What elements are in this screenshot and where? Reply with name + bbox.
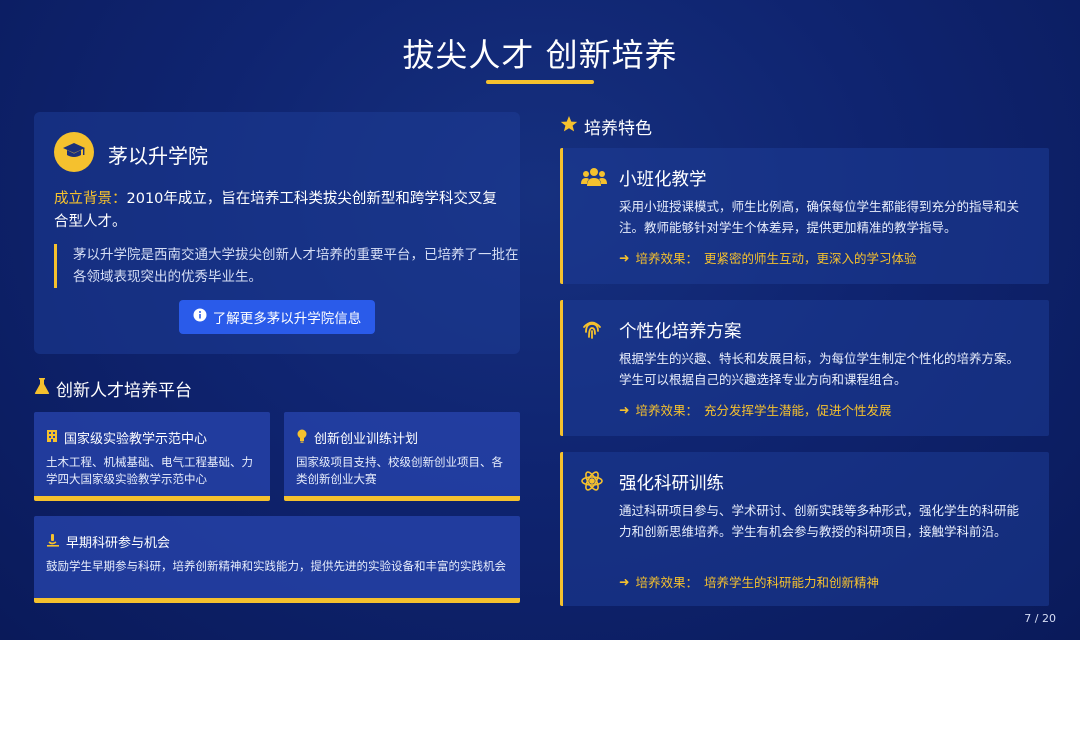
graduation-cap-icon — [54, 132, 94, 172]
fingerprint-icon — [581, 318, 603, 344]
title-underline — [486, 80, 594, 84]
feature-desc: 根据学生的兴趣、特长和发展目标，为每位学生制定个性化的培养方案。学生可以根据自己… — [619, 351, 1020, 387]
arrow-right-icon: ➜ — [619, 250, 630, 265]
feature-card-personalized: 个性化培养方案 根据学生的兴趣、特长和发展目标，为每位学生制定个性化的培养方案。… — [560, 300, 1049, 436]
slide: 拔尖人才 创新培养 茅以升学院 成立背景：2010年成立，旨在培养工科类拔尖创新… — [0, 0, 1080, 640]
platform-card-innovation: 创新创业训练计划 国家级项目支持、校级创新创业项目、各类创新创业大赛 — [284, 412, 520, 501]
college-card: 茅以升学院 成立背景：2010年成立，旨在培养工科类拔尖创新型和跨学科交叉复合型… — [34, 112, 520, 354]
platform-card-desc: 鼓励学生早期参与科研，培养创新精神和实践能力，提供先进的实验设备和丰富的实践机会 — [46, 559, 506, 573]
background-label: 成立背景： — [54, 191, 127, 207]
feature-effect: ➜ 培养效果： 培养学生的科研能力和创新精神 — [619, 572, 879, 591]
platform-card-title: 早期科研参与机会 — [66, 536, 171, 551]
feature-desc: 通过科研项目参与、学术研讨、创新实践等多种形式，强化学生的科研能力和创新思维培养… — [619, 503, 1020, 539]
star-icon — [560, 115, 578, 138]
arrow-right-icon: ➜ — [619, 574, 630, 589]
page-title: 拔尖人才 创新培养 — [402, 36, 678, 74]
feature-desc: 采用小班授课模式，师生比例高，确保每位学生都能得到充分的指导和关注。教师能够针对… — [619, 199, 1020, 235]
effect-prefix: 培养效果： — [635, 575, 698, 590]
building-icon — [46, 429, 58, 447]
feature-effect: ➜ 培养效果： 充分发挥学生潜能，促进个性发展 — [619, 400, 892, 419]
platform-card-title: 创新创业训练计划 — [314, 432, 419, 447]
platform-card-lab: 国家级实验教学示范中心 土木工程、机械基础、电气工程基础、力学四大国家级实验教学… — [34, 412, 270, 501]
feature-effect: ➜ 培养效果： 更紧密的师生互动，更深入的学习体验 — [619, 248, 917, 267]
effect-text: 更紧密的师生互动，更深入的学习体验 — [704, 251, 917, 266]
feature-title: 个性化培养方案 — [619, 322, 742, 342]
platform-card-desc: 国家级项目支持、校级创新创业项目、各类创新创业大赛 — [296, 455, 503, 486]
feature-title: 强化科研训练 — [619, 474, 724, 494]
microscope-icon — [46, 533, 60, 551]
arrow-right-icon: ➜ — [619, 402, 630, 417]
page-number: 7 / 20 — [1024, 612, 1056, 625]
college-name: 茅以升学院 — [108, 144, 208, 168]
platform-card-research: 早期科研参与机会 鼓励学生早期参与科研，培养创新精神和实践能力，提供先进的实验设… — [34, 516, 520, 603]
effect-prefix: 培养效果： — [635, 251, 698, 266]
feature-title: 小班化教学 — [619, 170, 707, 190]
effect-text: 培养学生的科研能力和创新精神 — [704, 575, 880, 590]
effect-prefix: 培养效果： — [635, 403, 698, 418]
effect-text: 充分发挥学生潜能，促进个性发展 — [704, 403, 892, 418]
learn-more-label: 了解更多茅以升学院信息 — [212, 311, 362, 327]
lightbulb-icon — [296, 429, 308, 447]
college-background: 成立背景：2010年成立，旨在培养工科类拔尖创新型和跨学科交叉复合型人才。 — [54, 188, 504, 234]
feature-card-small-class: 小班化教学 采用小班授课模式，师生比例高，确保每位学生都能得到充分的指导和关注。… — [560, 148, 1049, 284]
platform-card-title: 国家级实验教学示范中心 — [64, 432, 208, 447]
platform-card-desc: 土木工程、机械基础、电气工程基础、力学四大国家级实验教学示范中心 — [46, 455, 253, 486]
info-icon — [193, 308, 207, 326]
feature-card-research: 强化科研训练 通过科研项目参与、学术研讨、创新实践等多种形式，强化学生的科研能力… — [560, 452, 1049, 606]
users-icon — [581, 166, 607, 192]
features-heading: 培养特色 — [560, 114, 652, 139]
features-heading-label: 培养特色 — [584, 119, 652, 139]
platform-heading-label: 创新人才培养平台 — [56, 381, 192, 401]
platform-heading: 创新人才培养平台 — [34, 376, 192, 401]
learn-more-button[interactable]: 了解更多茅以升学院信息 — [179, 300, 375, 334]
flask-icon — [34, 377, 50, 400]
college-quote: 茅以升学院是西南交通大学拔尖创新人才培养的重要平台，已培养了一批在各领域表现突出… — [54, 244, 523, 288]
atom-icon — [581, 470, 603, 496]
